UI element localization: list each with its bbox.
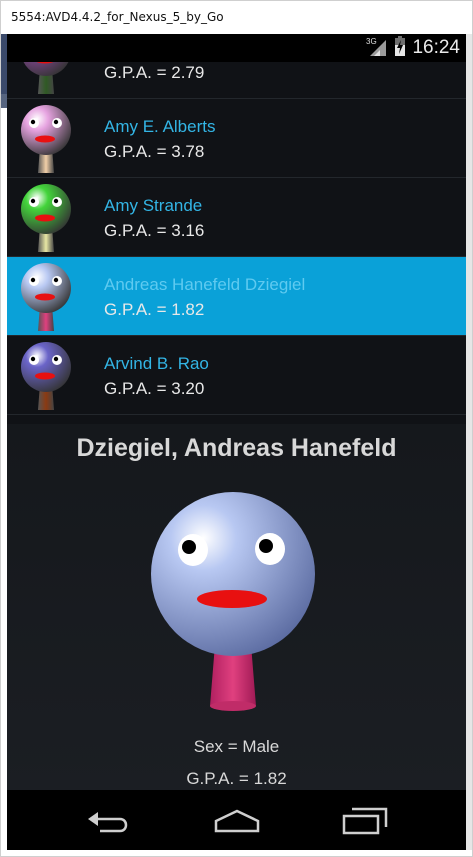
- detail-avatar: [150, 492, 316, 714]
- student-detail-panel: Dziegiel, Andreas Hanefeld Sex = Male G.…: [7, 424, 466, 790]
- device-screen: 3G 16:24 G.P.A. = 2.79 Amy E. Alberts G.…: [7, 34, 466, 850]
- student-gpa: G.P.A. = 2.79: [104, 63, 205, 82]
- student-avatar: [19, 103, 73, 175]
- recent-apps-icon: [342, 807, 388, 835]
- navigation-bar: [7, 790, 466, 850]
- student-name: Amy Strande: [104, 196, 203, 215]
- student-gpa: G.P.A. = 1.82: [104, 300, 205, 319]
- student-name: Arvind B. Rao: [104, 354, 209, 373]
- battery-icon: [394, 36, 406, 60]
- student-avatar: [19, 261, 73, 333]
- list-item[interactable]: Amy Strande G.P.A. = 3.16: [7, 178, 466, 257]
- student-gpa: G.P.A. = 3.16: [104, 221, 205, 240]
- student-gpa: G.P.A. = 3.78: [104, 142, 205, 161]
- window-titlebar[interactable]: 5554:AVD4.4.2_for_Nexus_5_by_Go: [1, 1, 472, 33]
- signal-3g-icon: 3G: [366, 36, 388, 60]
- student-name: Amy E. Alberts: [104, 117, 216, 136]
- list-item[interactable]: Andreas Hanefeld Dziegiel G.P.A. = 1.82: [7, 257, 466, 336]
- status-bar: 3G 16:24: [7, 34, 466, 62]
- back-button[interactable]: [79, 804, 139, 838]
- svg-text:3G: 3G: [366, 37, 377, 46]
- recent-apps-button[interactable]: [335, 804, 395, 838]
- window-border: [465, 34, 472, 850]
- home-icon: [214, 809, 260, 833]
- list-item[interactable]: Arvind B. Rao G.P.A. = 3.20: [7, 336, 466, 415]
- status-clock: 16:24: [412, 37, 460, 58]
- emulator-window: 5554:AVD4.4.2_for_Nexus_5_by_Go 3G 16:24…: [0, 0, 473, 857]
- window-title: 5554:AVD4.4.2_for_Nexus_5_by_Go: [11, 10, 224, 24]
- detail-gpa: G.P.A. = 1.82: [186, 769, 287, 788]
- student-list[interactable]: G.P.A. = 2.79 Amy E. Alberts G.P.A. = 3.78…: [7, 62, 466, 452]
- student-gpa: G.P.A. = 3.20: [104, 379, 205, 398]
- student-avatar: [19, 182, 73, 254]
- detail-student-name: Dziegiel, Andreas Hanefeld: [76, 434, 397, 462]
- list-item[interactable]: G.P.A. = 2.79: [7, 62, 466, 99]
- home-button[interactable]: [207, 804, 267, 838]
- list-item[interactable]: Amy E. Alberts G.P.A. = 3.78: [7, 99, 466, 178]
- student-name: Andreas Hanefeld Dziegiel: [104, 275, 306, 294]
- detail-sex: Sex = Male: [193, 737, 280, 756]
- student-avatar: [19, 62, 73, 96]
- back-arrow-icon: [88, 812, 128, 833]
- student-avatar: [19, 340, 73, 412]
